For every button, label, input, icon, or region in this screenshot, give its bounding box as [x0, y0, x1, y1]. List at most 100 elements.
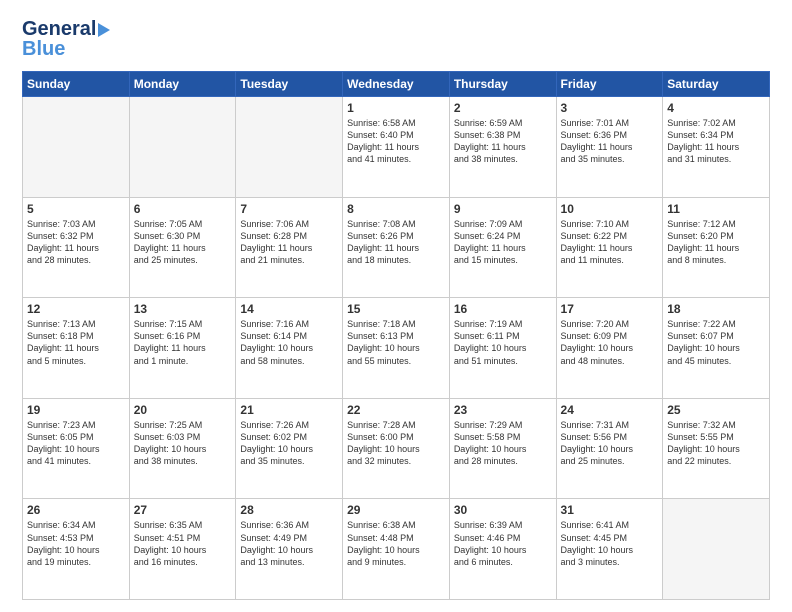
weekday-header-saturday: Saturday — [663, 72, 770, 97]
day-info: Sunrise: 7:01 AM Sunset: 6:36 PM Dayligh… — [561, 117, 659, 166]
day-info: Sunrise: 7:13 AM Sunset: 6:18 PM Dayligh… — [27, 318, 125, 367]
day-cell: 29Sunrise: 6:38 AM Sunset: 4:48 PM Dayli… — [343, 499, 450, 600]
day-number: 18 — [667, 302, 765, 316]
weekday-header-friday: Friday — [556, 72, 663, 97]
day-info: Sunrise: 7:26 AM Sunset: 6:02 PM Dayligh… — [240, 419, 338, 468]
day-cell: 16 Sunrise: 7:19 AM Sunset: 6:11 PM Dayli… — [449, 298, 556, 399]
day-cell: 26 Sunrise: 6:34 AM Sunset: 4:53 PM Dayli… — [23, 499, 130, 600]
week-row-2: 12 Sunrise: 7:13 AM Sunset: 6:18 PM Dayli… — [23, 298, 770, 399]
day-number: 28 — [240, 503, 338, 517]
day-number: 15 — [347, 302, 445, 316]
weekday-header-thursday: Thursday — [449, 72, 556, 97]
day-number: 13 — [134, 302, 232, 316]
weekday-header-tuesday: Tuesday — [236, 72, 343, 97]
day-cell: 18 Sunrise: 7:22 AM Sunset: 6:07 PM Dayli… — [663, 298, 770, 399]
day-cell: 22 Sunrise: 7:28 AM Sunset: 6:00 PM Dayli… — [343, 398, 450, 499]
page: General Blue SundayMondayTuesdayWednesda… — [0, 0, 792, 612]
day-cell: 14 Sunrise: 7:16 AM Sunset: 6:14 PM Dayli… — [236, 298, 343, 399]
day-number: 12 — [27, 302, 125, 316]
day-number: 23 — [454, 403, 552, 417]
day-info: Sunrise: 7:19 AM Sunset: 6:11 PM Dayligh… — [454, 318, 552, 367]
day-info: Sunrise: 7:22 AM Sunset: 6:07 PM Dayligh… — [667, 318, 765, 367]
day-number: 30 — [454, 503, 552, 517]
day-cell — [129, 97, 236, 198]
weekday-header-wednesday: Wednesday — [343, 72, 450, 97]
day-number: 21 — [240, 403, 338, 417]
day-cell: 15 Sunrise: 7:18 AM Sunset: 6:13 PM Dayli… — [343, 298, 450, 399]
day-cell: 7Sunrise: 7:06 AM Sunset: 6:28 PM Daylig… — [236, 197, 343, 298]
day-cell: 20Sunrise: 7:25 AM Sunset: 6:03 PM Dayli… — [129, 398, 236, 499]
day-cell: 8 Sunrise: 7:08 AM Sunset: 6:26 PM Daylig… — [343, 197, 450, 298]
day-info: Sunrise: 7:12 AM Sunset: 6:20 PM Dayligh… — [667, 218, 765, 267]
day-number: 4 — [667, 101, 765, 115]
day-number: 3 — [561, 101, 659, 115]
day-number: 1 — [347, 101, 445, 115]
day-number: 7 — [240, 202, 338, 216]
day-cell: 23 Sunrise: 7:29 AM Sunset: 5:58 PM Dayli… — [449, 398, 556, 499]
day-info: Sunrise: 7:05 AM Sunset: 6:30 PM Dayligh… — [134, 218, 232, 267]
day-info: Sunrise: 6:39 AM Sunset: 4:46 PM Dayligh… — [454, 519, 552, 568]
day-info: Sunrise: 7:08 AM Sunset: 6:26 PM Dayligh… — [347, 218, 445, 267]
day-number: 26 — [27, 503, 125, 517]
week-row-3: 19 Sunrise: 7:23 AM Sunset: 6:05 PM Dayli… — [23, 398, 770, 499]
day-cell — [663, 499, 770, 600]
day-cell: 5Sunrise: 7:03 AM Sunset: 6:32 PM Daylig… — [23, 197, 130, 298]
day-info: Sunrise: 6:34 AM Sunset: 4:53 PM Dayligh… — [27, 519, 125, 568]
day-number: 22 — [347, 403, 445, 417]
week-row-4: 26 Sunrise: 6:34 AM Sunset: 4:53 PM Dayli… — [23, 499, 770, 600]
day-cell: 9Sunrise: 7:09 AM Sunset: 6:24 PM Daylig… — [449, 197, 556, 298]
day-number: 14 — [240, 302, 338, 316]
calendar-table: SundayMondayTuesdayWednesdayThursdayFrid… — [22, 71, 770, 600]
logo-blue: Blue — [22, 38, 65, 61]
day-number: 6 — [134, 202, 232, 216]
week-row-1: 5Sunrise: 7:03 AM Sunset: 6:32 PM Daylig… — [23, 197, 770, 298]
day-number: 24 — [561, 403, 659, 417]
day-number: 27 — [134, 503, 232, 517]
day-cell: 4 Sunrise: 7:02 AM Sunset: 6:34 PM Daylig… — [663, 97, 770, 198]
day-info: Sunrise: 7:32 AM Sunset: 5:55 PM Dayligh… — [667, 419, 765, 468]
day-info: Sunrise: 7:16 AM Sunset: 6:14 PM Dayligh… — [240, 318, 338, 367]
day-cell: 30 Sunrise: 6:39 AM Sunset: 4:46 PM Dayli… — [449, 499, 556, 600]
day-info: Sunrise: 7:03 AM Sunset: 6:32 PM Dayligh… — [27, 218, 125, 267]
day-number: 2 — [454, 101, 552, 115]
day-cell: 3 Sunrise: 7:01 AM Sunset: 6:36 PM Daylig… — [556, 97, 663, 198]
day-info: Sunrise: 7:25 AM Sunset: 6:03 PM Dayligh… — [134, 419, 232, 468]
weekday-header-sunday: Sunday — [23, 72, 130, 97]
day-cell: 31Sunrise: 6:41 AM Sunset: 4:45 PM Dayli… — [556, 499, 663, 600]
day-number: 25 — [667, 403, 765, 417]
logo-arrow-icon — [98, 23, 110, 37]
day-cell: 27 Sunrise: 6:35 AM Sunset: 4:51 PM Dayli… — [129, 499, 236, 600]
day-info: Sunrise: 7:15 AM Sunset: 6:16 PM Dayligh… — [134, 318, 232, 367]
day-cell: 24Sunrise: 7:31 AM Sunset: 5:56 PM Dayli… — [556, 398, 663, 499]
weekday-header-monday: Monday — [129, 72, 236, 97]
day-cell: 25 Sunrise: 7:32 AM Sunset: 5:55 PM Dayli… — [663, 398, 770, 499]
day-cell: 6 Sunrise: 7:05 AM Sunset: 6:30 PM Daylig… — [129, 197, 236, 298]
day-cell: 13 Sunrise: 7:15 AM Sunset: 6:16 PM Dayli… — [129, 298, 236, 399]
day-info: Sunrise: 6:59 AM Sunset: 6:38 PM Dayligh… — [454, 117, 552, 166]
day-info: Sunrise: 6:41 AM Sunset: 4:45 PM Dayligh… — [561, 519, 659, 568]
day-number: 8 — [347, 202, 445, 216]
logo: General Blue — [22, 18, 110, 61]
day-info: Sunrise: 7:28 AM Sunset: 6:00 PM Dayligh… — [347, 419, 445, 468]
day-cell: 17Sunrise: 7:20 AM Sunset: 6:09 PM Dayli… — [556, 298, 663, 399]
day-number: 19 — [27, 403, 125, 417]
day-cell: 1Sunrise: 6:58 AM Sunset: 6:40 PM Daylig… — [343, 97, 450, 198]
week-row-0: 1Sunrise: 6:58 AM Sunset: 6:40 PM Daylig… — [23, 97, 770, 198]
day-number: 16 — [454, 302, 552, 316]
day-cell — [23, 97, 130, 198]
day-info: Sunrise: 7:02 AM Sunset: 6:34 PM Dayligh… — [667, 117, 765, 166]
day-number: 11 — [667, 202, 765, 216]
day-cell: 28Sunrise: 6:36 AM Sunset: 4:49 PM Dayli… — [236, 499, 343, 600]
day-number: 29 — [347, 503, 445, 517]
weekday-header-row: SundayMondayTuesdayWednesdayThursdayFrid… — [23, 72, 770, 97]
day-info: Sunrise: 7:29 AM Sunset: 5:58 PM Dayligh… — [454, 419, 552, 468]
day-cell: 10Sunrise: 7:10 AM Sunset: 6:22 PM Dayli… — [556, 197, 663, 298]
header: General Blue — [22, 18, 770, 61]
day-info: Sunrise: 7:23 AM Sunset: 6:05 PM Dayligh… — [27, 419, 125, 468]
day-info: Sunrise: 7:18 AM Sunset: 6:13 PM Dayligh… — [347, 318, 445, 367]
day-info: Sunrise: 7:20 AM Sunset: 6:09 PM Dayligh… — [561, 318, 659, 367]
day-info: Sunrise: 7:10 AM Sunset: 6:22 PM Dayligh… — [561, 218, 659, 267]
day-cell: 2 Sunrise: 6:59 AM Sunset: 6:38 PM Daylig… — [449, 97, 556, 198]
day-info: Sunrise: 6:35 AM Sunset: 4:51 PM Dayligh… — [134, 519, 232, 568]
day-cell: 19 Sunrise: 7:23 AM Sunset: 6:05 PM Dayli… — [23, 398, 130, 499]
